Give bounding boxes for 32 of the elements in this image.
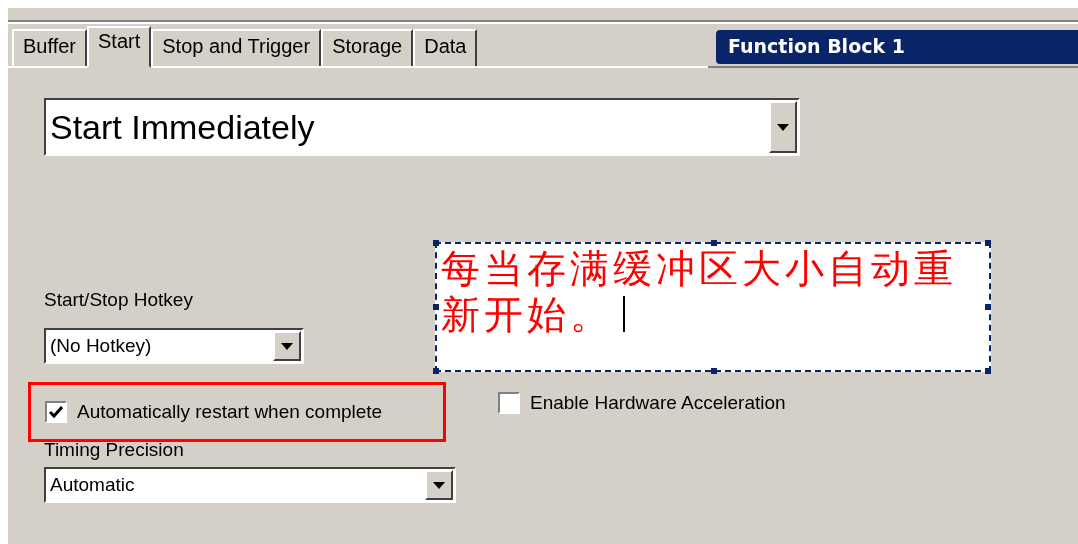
panel-title: Function Block 1 — [716, 30, 1078, 64]
tab[interactable]: Stop and Trigger — [151, 29, 322, 66]
resize-handle[interactable] — [711, 240, 717, 246]
caret-icon — [433, 481, 445, 489]
tab[interactable]: Data — [413, 29, 478, 66]
caret-icon — [281, 342, 293, 350]
resize-handle[interactable] — [711, 368, 717, 374]
checkbox[interactable] — [45, 401, 67, 423]
dropdown-button[interactable] — [273, 331, 301, 361]
checkbox-label[interactable]: Enable Hardware Acceleration — [530, 392, 786, 414]
field-label: Start/Stop Hotkey — [44, 289, 193, 311]
dropdown-button[interactable] — [769, 101, 797, 153]
resize-handle[interactable] — [985, 368, 991, 374]
caret-icon — [777, 123, 789, 131]
dropdown[interactable]: Start Immediately — [44, 98, 800, 156]
resize-handle[interactable] — [433, 304, 439, 310]
resize-handle[interactable] — [985, 304, 991, 310]
annotation-box[interactable]: 每当存满缓冲区大小自动重新开始。 — [435, 242, 991, 372]
checkbox[interactable] — [498, 392, 520, 414]
check-icon — [49, 406, 63, 418]
tab[interactable]: Storage — [321, 29, 414, 66]
dropdown-button[interactable] — [425, 470, 453, 500]
tab[interactable]: Buffer — [12, 29, 87, 66]
tab[interactable]: Start — [87, 26, 152, 68]
resize-handle[interactable] — [433, 240, 439, 246]
annotation-text: 每当存满缓冲区大小自动重新开始。 — [441, 247, 957, 336]
dropdown[interactable]: Automatic — [44, 467, 456, 503]
checkbox-label[interactable]: Automatically restart when complete — [77, 401, 383, 423]
dropdown[interactable]: (No Hotkey) — [44, 328, 304, 364]
resize-handle[interactable] — [985, 240, 991, 246]
resize-handle[interactable] — [433, 368, 439, 374]
field-label: Timing Precision — [44, 439, 184, 461]
